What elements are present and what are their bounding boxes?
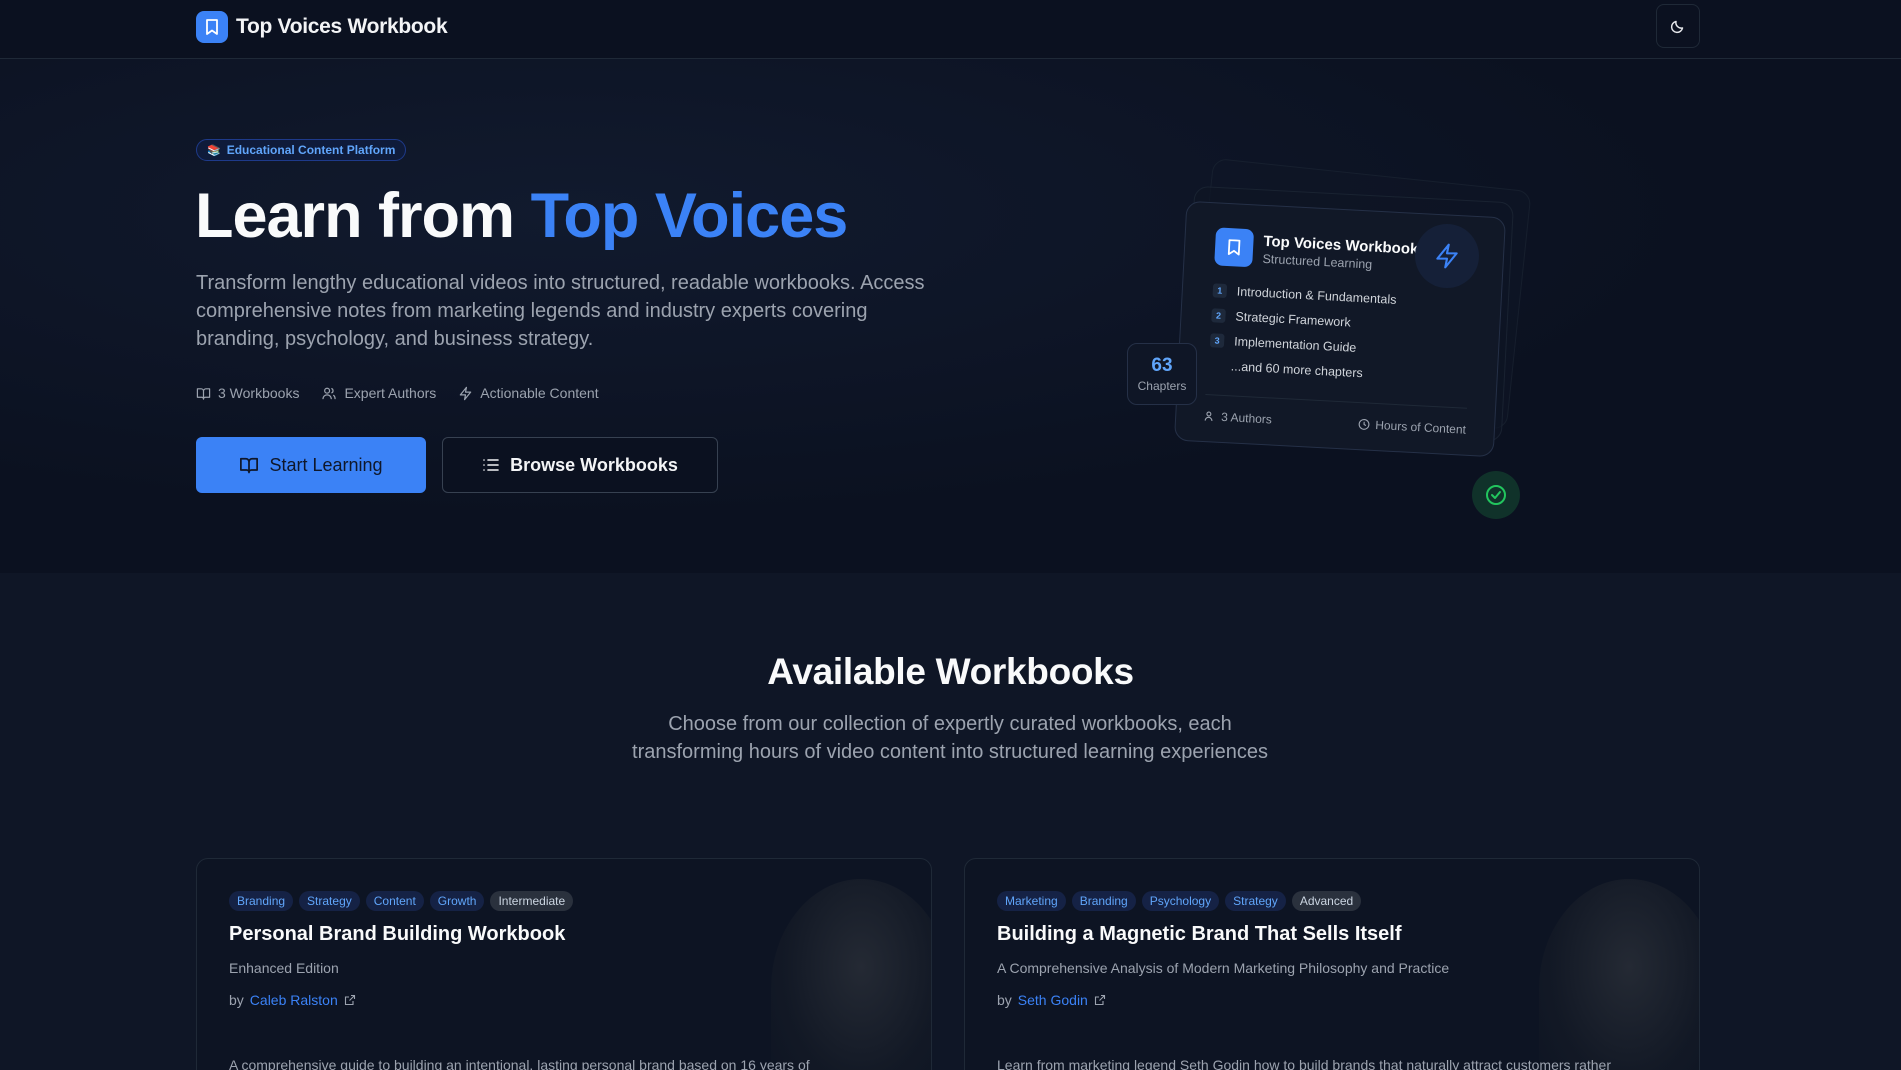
- brand-link[interactable]: Top Voices Workbook: [196, 11, 448, 43]
- author-portrait: [1539, 879, 1699, 1070]
- tag: Branding: [229, 891, 294, 911]
- bolt-icon: [460, 386, 472, 400]
- chapter-number: 1: [1212, 282, 1228, 298]
- pill-label: Educational Content Platform: [226, 143, 396, 157]
- by-label: by: [229, 992, 244, 1008]
- tag: Branding: [1071, 891, 1136, 911]
- tag-list: Branding Strategy Content Growth Interme…: [229, 891, 574, 911]
- bolt-icon: [1436, 243, 1458, 269]
- bookmark-icon: [1214, 227, 1255, 268]
- chapter-number: 2: [1211, 307, 1226, 323]
- books-icon: 📚: [207, 144, 221, 157]
- hours-label: Hours of Content: [1374, 417, 1467, 437]
- book-open-icon: [240, 457, 259, 474]
- page: Top Voices Workbook 📚 Educational Conten…: [0, 0, 1901, 1070]
- workbook-description: Learn from marketing legend Seth Godin h…: [997, 1057, 1611, 1070]
- start-learning-button[interactable]: Start Learning: [196, 437, 426, 493]
- start-learning-label: Start Learning: [269, 454, 383, 475]
- stat-label: Expert Authors: [344, 385, 437, 401]
- workbooks-section: Available Workbooks Choose from our coll…: [0, 573, 1901, 1070]
- author-portrait: [771, 879, 931, 1070]
- stat-label: 3 Workbooks: [218, 385, 300, 401]
- list-icon: [483, 459, 499, 471]
- hero-title-prefix: Learn from: [195, 181, 531, 251]
- tag-list: Marketing Branding Psychology Strategy A…: [997, 891, 1362, 911]
- tag: Strategy: [1225, 891, 1286, 911]
- level-badge: Intermediate: [490, 891, 574, 911]
- chapter-number: 3: [1209, 332, 1225, 348]
- browse-workbooks-label: Browse Workbooks: [510, 454, 678, 475]
- chapters-count: 63: [1151, 355, 1173, 376]
- top-nav: Top Voices Workbook: [0, 0, 1901, 59]
- by-label: by: [997, 992, 1012, 1008]
- authors-label: 3 Authors: [1220, 409, 1273, 427]
- stat-workbooks: 3 Workbooks: [196, 385, 299, 401]
- stat-label: Actionable Content: [480, 385, 599, 401]
- author-link[interactable]: Caleb Ralston: [250, 992, 338, 1008]
- workbook-card[interactable]: Marketing Branding Psychology Strategy A…: [964, 858, 1700, 1070]
- chapters-count-chip: 63 Chapters: [1127, 343, 1197, 405]
- tag: Psychology: [1141, 891, 1220, 911]
- chapter-list: 1 Introduction & Fundamentals 2 Strategic …: [1208, 277, 1471, 390]
- hero-stats: 3 Workbooks Expert Authors Actionable Co…: [196, 385, 599, 401]
- hero-section: 📚 Educational Content Platform Learn fro…: [0, 59, 1901, 573]
- chapters-count-label: Chapters: [1137, 379, 1187, 393]
- section-title: Available Workbooks: [767, 651, 1134, 692]
- tag: Content: [365, 891, 424, 911]
- tag: Growth: [429, 891, 485, 911]
- hero-illustration: Top Voices Workbook Structured Learning …: [1120, 149, 1540, 519]
- browse-workbooks-button[interactable]: Browse Workbooks: [442, 437, 718, 493]
- author-link[interactable]: Seth Godin: [1018, 992, 1088, 1008]
- moon-icon: [1670, 20, 1684, 34]
- book-icon: [196, 387, 211, 400]
- workbook-author: by Seth Godin: [997, 992, 1106, 1008]
- theme-toggle-button[interactable]: [1656, 4, 1700, 48]
- chapter-label: Strategic Framework: [1235, 309, 1352, 330]
- workbook-title: Building a Magnetic Brand That Sells Its…: [997, 923, 1402, 945]
- tag: Strategy: [299, 891, 360, 911]
- external-link-icon[interactable]: [344, 994, 356, 1006]
- hero-title-accent: Top Voices: [530, 181, 849, 251]
- workbook-title: Personal Brand Building Workbook: [229, 923, 566, 945]
- chapter-label: Introduction & Fundamentals: [1236, 284, 1397, 307]
- stat-authors: Expert Authors: [321, 385, 436, 401]
- preview-card-footer: 3 Authors Hours of Content: [1203, 394, 1468, 437]
- workbook-card[interactable]: Branding Strategy Content Growth Interme…: [196, 858, 932, 1070]
- workbook-author: by Caleb Ralston: [229, 992, 356, 1008]
- level-badge: Advanced: [1291, 891, 1362, 911]
- check-badge: [1472, 471, 1520, 519]
- hours-stat: Hours of Content: [1358, 417, 1466, 437]
- hero-description: Transform lengthy educational videos int…: [196, 272, 925, 350]
- hero-title: Learn from Top Voices: [195, 179, 849, 254]
- tag: Marketing: [997, 891, 1066, 911]
- stat-actionable: Actionable Content: [458, 385, 599, 401]
- section-description: Choose from our collection of expertly c…: [632, 713, 1268, 763]
- category-pill: 📚 Educational Content Platform: [196, 139, 407, 161]
- external-link-icon[interactable]: [1094, 994, 1106, 1006]
- check-circle-icon: [1486, 485, 1506, 505]
- clock-icon: [1358, 418, 1370, 430]
- users-icon: [322, 387, 337, 399]
- workbook-description: A comprehensive guide to building an int…: [229, 1057, 810, 1070]
- brand-name: Top Voices Workbook: [236, 15, 448, 38]
- bookmark-icon: [196, 11, 228, 43]
- bolt-badge: [1415, 224, 1479, 288]
- workbook-subtitle: Enhanced Edition: [229, 960, 339, 976]
- authors-stat: 3 Authors: [1204, 409, 1272, 427]
- chapter-label: Implementation Guide: [1233, 333, 1357, 355]
- workbook-subtitle: A Comprehensive Analysis of Modern Marke…: [997, 960, 1450, 976]
- users-icon: [1204, 411, 1213, 421]
